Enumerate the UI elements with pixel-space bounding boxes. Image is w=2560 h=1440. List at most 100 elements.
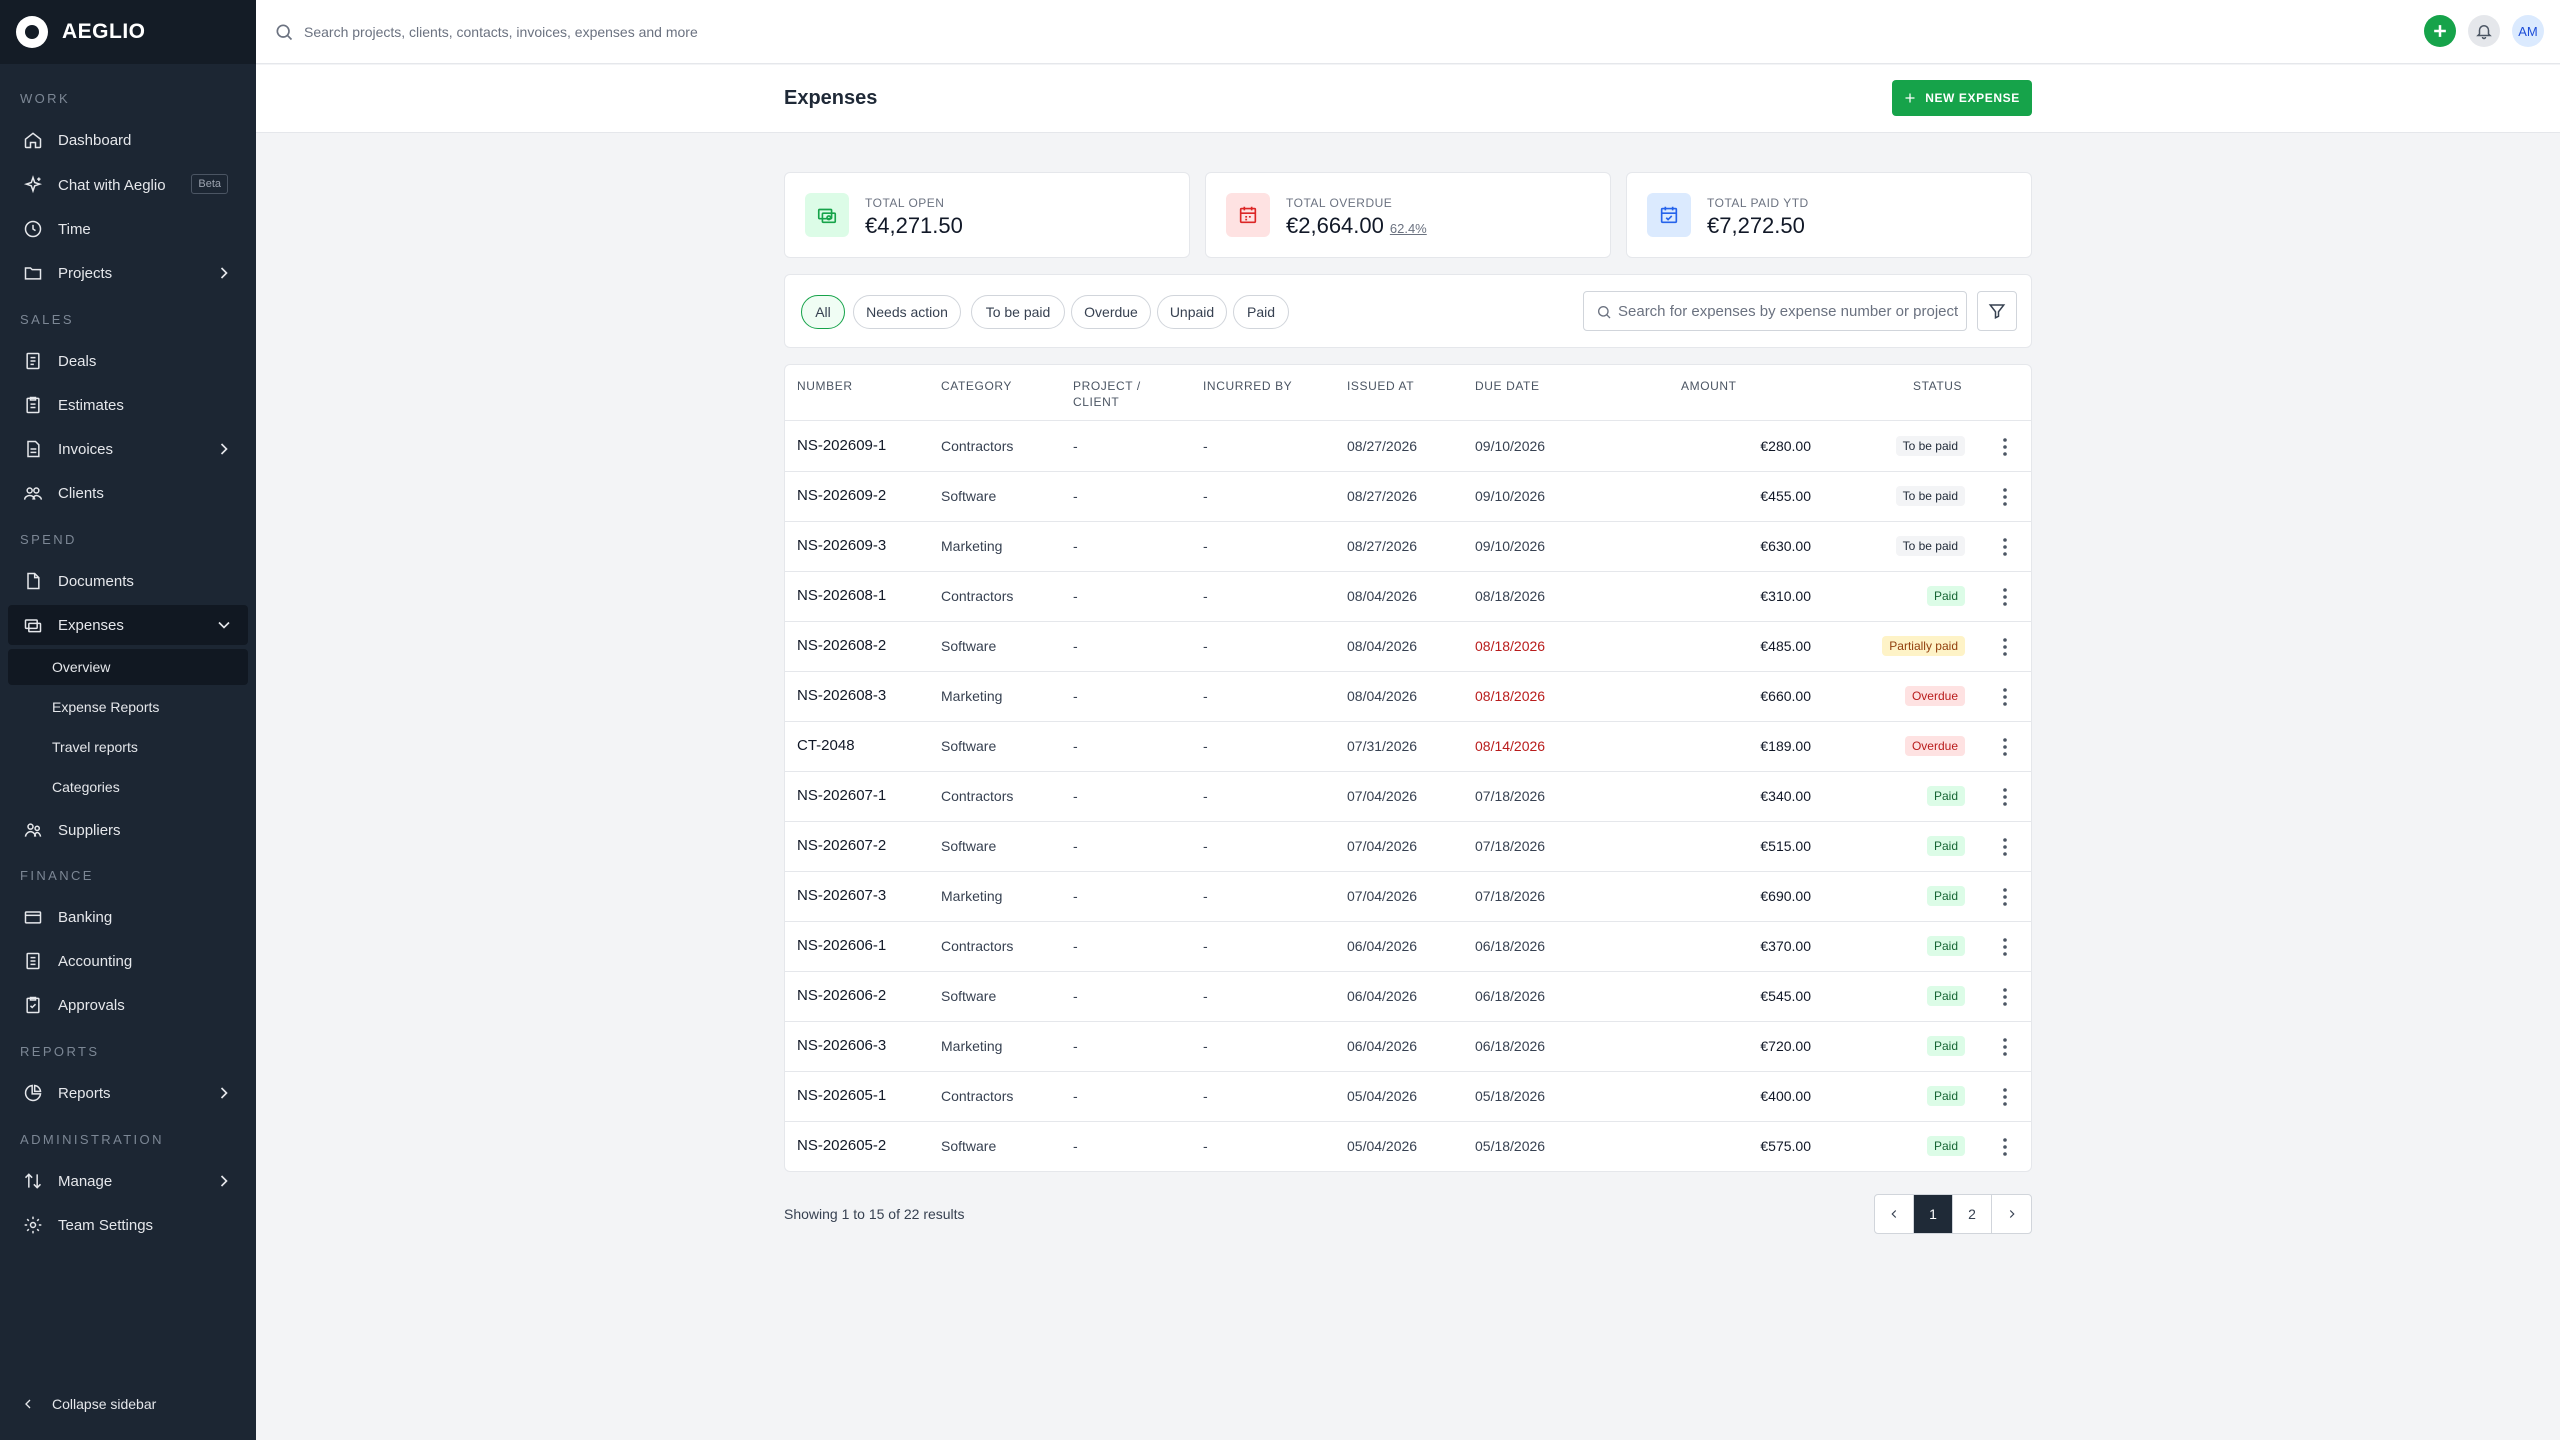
cell-number[interactable]: NS-202607-1 <box>797 787 886 804</box>
prev-page-button[interactable] <box>1875 1195 1914 1233</box>
quick-add-button[interactable] <box>2424 15 2456 47</box>
sidebar-subitem-travel-reports[interactable]: Travel reports <box>8 729 248 765</box>
column-header-incurred-by[interactable]: INCURRED BY <box>1203 378 1292 394</box>
stat-percent[interactable]: 62.4% <box>1390 221 1427 236</box>
table-row[interactable]: NS-202607-1 Contractors - - 07/04/2026 07/18/… <box>785 772 2031 822</box>
sidebar-item-team-settings[interactable]: Team Settings <box>8 1205 248 1245</box>
filter-pill-to-be-paid[interactable]: To be paid <box>971 295 1065 329</box>
column-header-project[interactable]: PROJECT / CLIENT <box>1073 378 1141 410</box>
cell-number[interactable]: NS-202605-2 <box>797 1137 886 1154</box>
sidebar-subitem-categories[interactable]: Categories <box>8 769 248 805</box>
cell-number[interactable]: NS-202606-2 <box>797 987 886 1004</box>
sidebar-item-expenses[interactable]: Expenses <box>8 605 248 645</box>
column-header-category[interactable]: CATEGORY <box>941 378 1012 394</box>
sidebar-item-chat[interactable]: Chat with Aeglio Beta <box>8 165 248 205</box>
table-row[interactable]: NS-202606-2 Software - - 06/04/2026 06/18/202… <box>785 972 2031 1022</box>
sidebar-item-banking[interactable]: Banking <box>8 897 248 937</box>
row-actions-button[interactable] <box>1995 636 2015 658</box>
avatar[interactable]: AM <box>2512 15 2544 47</box>
row-actions-button[interactable] <box>1995 1036 2015 1058</box>
table-row[interactable]: NS-202606-3 Marketing - - 06/04/2026 06/18/20… <box>785 1022 2031 1072</box>
table-row[interactable]: CT-2048 Software - - 07/31/2026 08/14/2026 €18… <box>785 722 2031 772</box>
page-button-1[interactable]: 1 <box>1914 1195 1953 1233</box>
cell-number[interactable]: CT-2048 <box>797 737 855 754</box>
filter-pill-overdue[interactable]: Overdue <box>1071 295 1151 329</box>
sidebar-item-suppliers[interactable]: Suppliers <box>8 810 248 850</box>
pie-chart-icon <box>22 1082 44 1104</box>
cell-number[interactable]: NS-202609-3 <box>797 537 886 554</box>
sidebar-item-clients[interactable]: Clients <box>8 473 248 513</box>
sidebar-item-estimates[interactable]: Estimates <box>8 385 248 425</box>
filter-pill-paid[interactable]: Paid <box>1233 295 1289 329</box>
column-header-status[interactable]: STATUS <box>1913 378 1962 394</box>
sidebar-item-reports[interactable]: Reports <box>8 1073 248 1113</box>
cell-number[interactable]: NS-202609-2 <box>797 487 886 504</box>
table-row[interactable]: NS-202607-3 Marketing - - 07/04/2026 07/18/20… <box>785 872 2031 922</box>
filter-button[interactable] <box>1977 291 2017 331</box>
table-row[interactable]: NS-202605-2 Software - - 05/04/2026 05/18/202… <box>785 1122 2031 1171</box>
column-header-issued-at[interactable]: ISSUED AT <box>1347 378 1414 394</box>
cell-number[interactable]: NS-202608-2 <box>797 637 886 654</box>
row-actions-button[interactable] <box>1995 986 2015 1008</box>
table-row[interactable]: NS-202609-2 Software - - 08/27/2026 09/10/202… <box>785 472 2031 522</box>
notifications-button[interactable] <box>2468 15 2500 47</box>
sidebar-item-invoices[interactable]: Invoices <box>8 429 248 469</box>
row-actions-button[interactable] <box>1995 536 2015 558</box>
sidebar-item-accounting[interactable]: Accounting <box>8 941 248 981</box>
sidebar-item-dashboard[interactable]: Dashboard <box>8 120 248 160</box>
sidebar-item-manage[interactable]: Manage <box>8 1161 248 1201</box>
row-actions-button[interactable] <box>1995 936 2015 958</box>
sidebar-item-approvals[interactable]: Approvals <box>8 985 248 1025</box>
table-row[interactable]: NS-202608-3 Marketing - - 08/04/2026 08/18/20… <box>785 672 2031 722</box>
cell-number[interactable]: NS-202607-2 <box>797 837 886 854</box>
filter-pill-needs-action[interactable]: Needs action <box>853 295 961 329</box>
sidebar-item-projects[interactable]: Projects <box>8 253 248 293</box>
table-row[interactable]: NS-202607-2 Software - - 07/04/2026 07/18/202… <box>785 822 2031 872</box>
row-actions-button[interactable] <box>1995 736 2015 758</box>
row-actions-button[interactable] <box>1995 486 2015 508</box>
column-header-number[interactable]: NUMBER <box>797 378 853 394</box>
row-actions-button[interactable] <box>1995 686 2015 708</box>
cell-project: - <box>1073 688 1078 704</box>
table-row[interactable]: NS-202605-1 Contractors - - 05/04/2026 05/18/… <box>785 1072 2031 1122</box>
column-header-due-date[interactable]: DUE DATE <box>1475 378 1540 394</box>
cell-number[interactable]: NS-202608-3 <box>797 687 886 704</box>
page-button-2[interactable]: 2 <box>1953 1195 1992 1233</box>
sidebar-item-documents[interactable]: Documents <box>8 561 248 601</box>
cell-number[interactable]: NS-202606-3 <box>797 1037 886 1054</box>
row-actions-button[interactable] <box>1995 786 2015 808</box>
row-actions-button[interactable] <box>1995 1086 2015 1108</box>
sidebar-item-time[interactable]: Time <box>8 209 248 249</box>
collapse-sidebar-button[interactable]: Collapse sidebar <box>20 1396 156 1412</box>
table-row[interactable]: NS-202606-1 Contractors - - 06/04/2026 06/18/… <box>785 922 2031 972</box>
table-row[interactable]: NS-202608-2 Software - - 08/04/2026 08/18/202… <box>785 622 2031 672</box>
sidebar-item-deals[interactable]: Deals <box>8 341 248 381</box>
cell-number[interactable]: NS-202607-3 <box>797 887 886 904</box>
table-row[interactable]: NS-202609-1 Contractors - - 08/27/2026 09/10/… <box>785 422 2031 472</box>
expense-search-input[interactable] <box>1618 300 1958 322</box>
table-row[interactable]: NS-202608-1 Contractors - - 08/04/2026 08/18/… <box>785 572 2031 622</box>
brand[interactable]: AEGLIO <box>0 0 256 64</box>
column-header-amount[interactable]: AMOUNT <box>1681 378 1737 394</box>
row-actions-button[interactable] <box>1995 886 2015 908</box>
next-page-button[interactable] <box>1992 1195 2031 1233</box>
row-actions-button[interactable] <box>1995 836 2015 858</box>
filter-pill-all[interactable]: All <box>801 295 845 329</box>
sidebar-subitem-overview[interactable]: Overview <box>8 649 248 685</box>
row-actions-button[interactable] <box>1995 1136 2015 1158</box>
pagination: 1 2 <box>1874 1194 2032 1234</box>
filter-pill-unpaid[interactable]: Unpaid <box>1157 295 1227 329</box>
row-actions-button[interactable] <box>1995 436 2015 458</box>
cell-issued-at: 08/27/2026 <box>1347 488 1418 504</box>
cell-number[interactable]: NS-202605-1 <box>797 1087 886 1104</box>
table-row[interactable]: NS-202609-3 Marketing - - 08/27/2026 09/10/20… <box>785 522 2031 572</box>
cell-number[interactable]: NS-202606-1 <box>797 937 886 954</box>
cell-amount: €400.00 <box>1760 1088 1811 1104</box>
cell-number[interactable]: NS-202609-1 <box>797 437 886 454</box>
new-expense-button[interactable]: NEW EXPENSE <box>1892 80 2032 116</box>
sidebar-subitem-expense-reports[interactable]: Expense Reports <box>8 689 248 725</box>
global-search-input[interactable] <box>304 18 1104 46</box>
cell-number[interactable]: NS-202608-1 <box>797 587 886 604</box>
cell-incurred-by: - <box>1203 488 1208 504</box>
row-actions-button[interactable] <box>1995 586 2015 608</box>
